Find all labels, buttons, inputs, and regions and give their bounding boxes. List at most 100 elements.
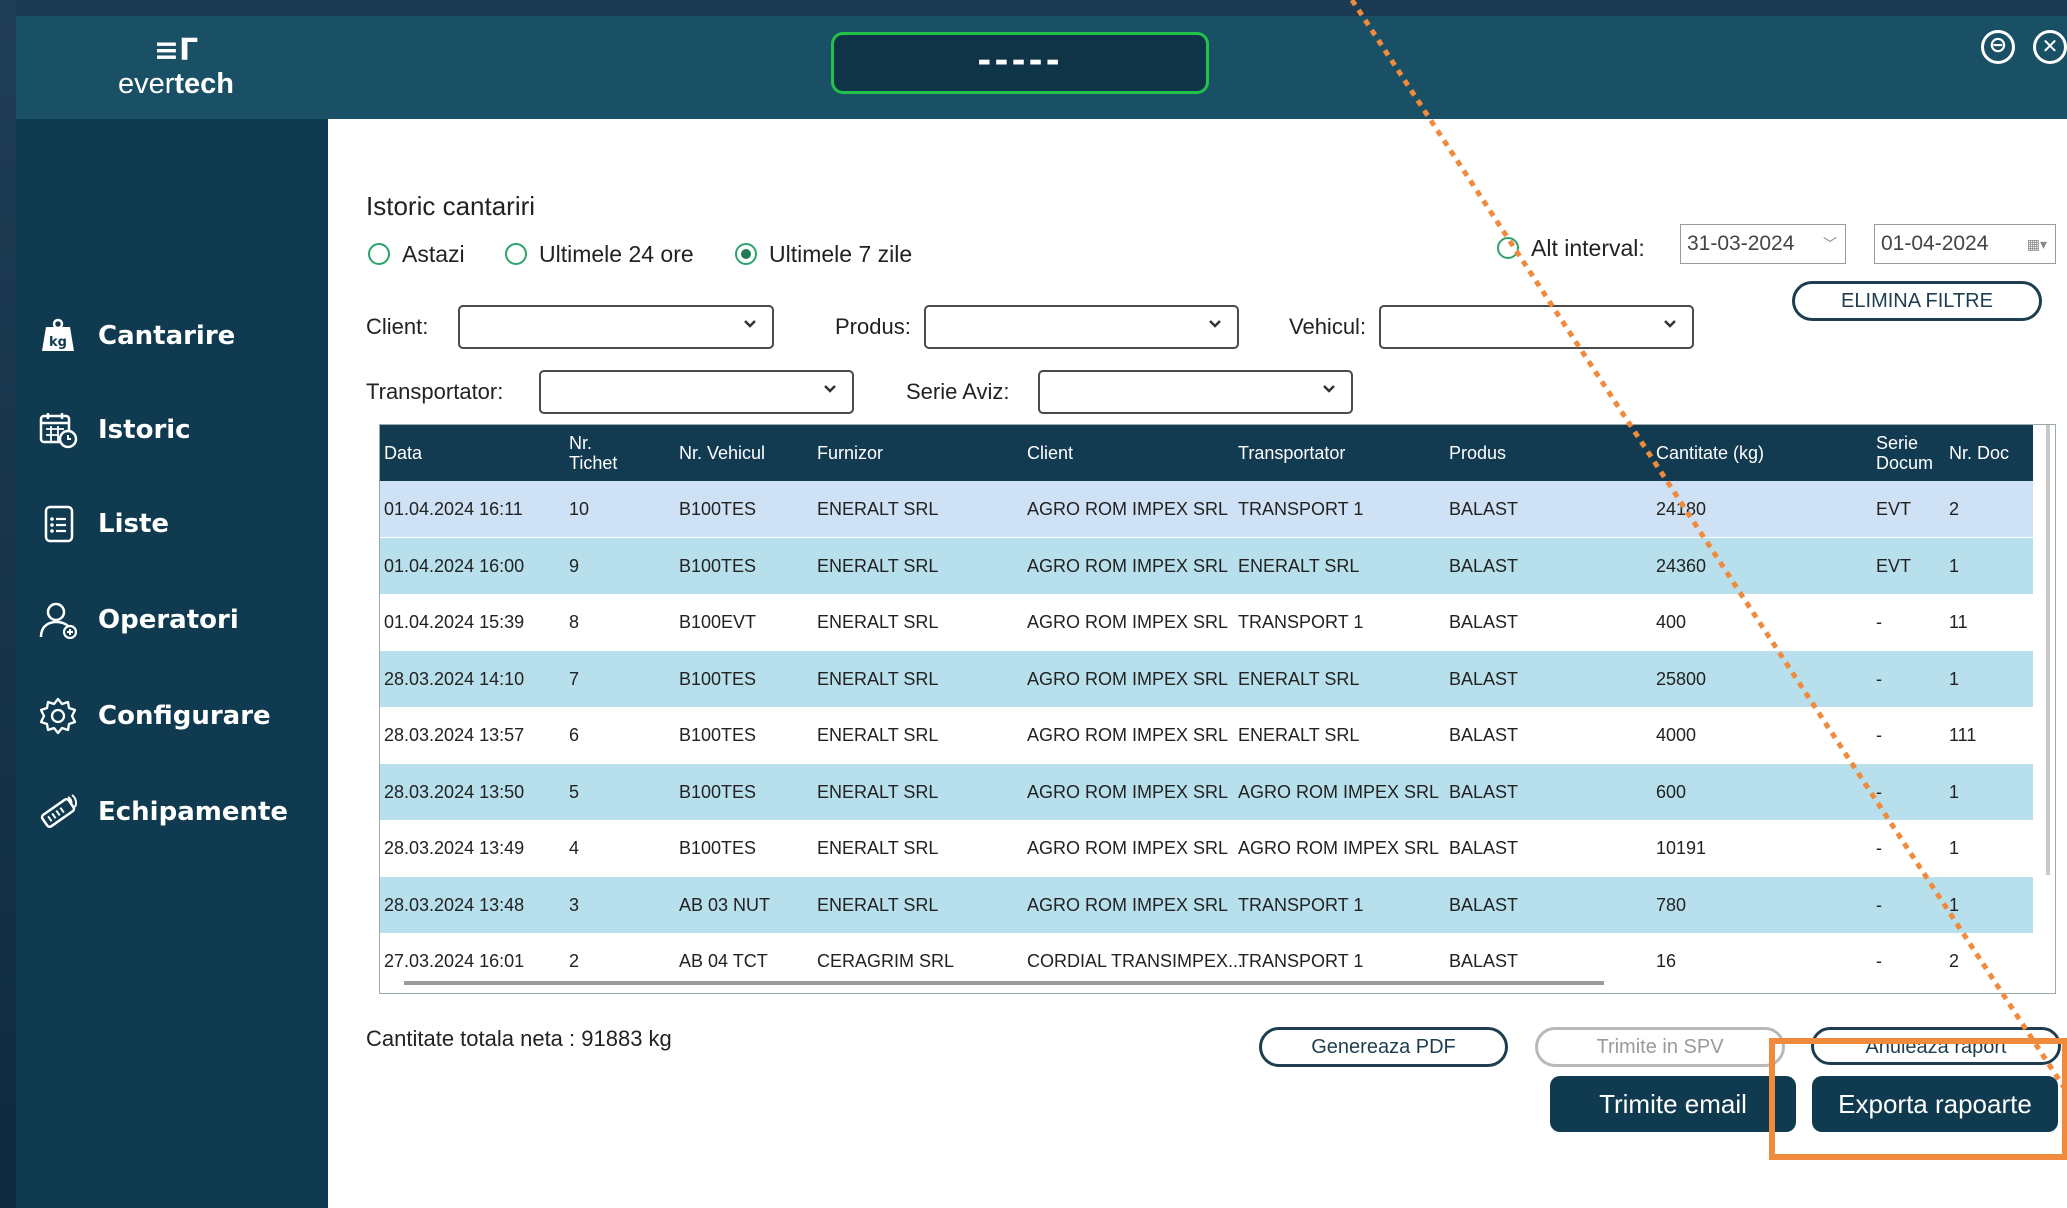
sidebar-item-cantarire[interactable]: kg Cantarire <box>38 311 318 361</box>
column-header-cantitate[interactable]: Cantitate (kg) <box>1656 425 1764 481</box>
column-header-nr-tichet[interactable]: Nr. Tichet <box>569 425 617 481</box>
column-header-data[interactable]: Data <box>384 425 422 481</box>
table-row[interactable]: 28.03.2024 14:10 7 B100TES ENERALT SRL AGRO … <box>380 650 2033 707</box>
table-cell-cantitate: 400 <box>1656 612 1687 632</box>
table-cell-transportator: AGRO ROM IMPEX SRL <box>1238 781 1440 802</box>
range-today-radio[interactable]: Astazi <box>368 239 478 269</box>
column-header-serie-docum[interactable]: Serie Docum <box>1876 425 1933 481</box>
alt-interval-radio[interactable]: Alt interval: <box>1497 233 1667 263</box>
table-cell-nr-doc: 111 <box>1949 725 1977 745</box>
table-cell-produs: BALAST <box>1449 781 1519 802</box>
table-cell-nr-vehicul: B100TES <box>679 499 757 519</box>
vehicul-select[interactable] <box>1379 305 1694 349</box>
table-cell-data: 01.04.2024 16:11 <box>384 499 523 519</box>
table-cell-produs: BALAST <box>1449 612 1519 632</box>
sidebar-item-echipamente[interactable]: Echipamente <box>38 787 318 837</box>
table-header: Data Nr. Tichet Nr. Vehicul Furnizor Client Tr… <box>380 425 2033 481</box>
column-header-furnizor[interactable]: Furnizor <box>817 425 883 481</box>
equipment-icon <box>40 794 77 828</box>
range-24h-radio[interactable]: Ultimele 24 ore <box>505 239 715 269</box>
table-cell-furnizor: ENERALT SRL <box>817 612 939 632</box>
serie-aviz-select[interactable] <box>1038 370 1353 414</box>
column-header-nr-vehicul[interactable]: Nr. Vehicul <box>679 425 765 481</box>
table-cell-serie-docum: - <box>1876 951 1882 971</box>
send-spv-button[interactable]: Trimite in SPV <box>1535 1027 1785 1067</box>
table-cell-nr-tichet: 9 <box>569 555 580 576</box>
table-cell-furnizor: ENERALT SRL <box>817 781 939 802</box>
sidebar: kg Cantarire Istoric Liste Operatori Con… <box>16 119 328 1208</box>
transportator-select[interactable] <box>539 370 854 414</box>
table-row[interactable]: 28.03.2024 13:49 4 B100TES ENERALT SRL AGRO … <box>380 820 2033 876</box>
logo-text: evertech <box>96 68 256 100</box>
sidebar-item-label: Istoric <box>98 415 191 445</box>
table-cell-transportator: TRANSPORT 1 <box>1238 499 1364 519</box>
vertical-scrollbar[interactable] <box>2046 425 2050 875</box>
table-cell-nr-tichet: 10 <box>569 499 590 519</box>
table-cell-cantitate: 24180 <box>1656 499 1707 519</box>
table-cell-nr-tichet: 6 <box>569 725 580 745</box>
main-content: Istoric cantariri Astazi Ultimele 24 ore… <box>328 119 2067 1208</box>
table-row[interactable]: 01.04.2024 16:11 10 B100TES ENERALT SRL AGRO… <box>380 481 2033 537</box>
radio-label: Ultimele 7 zile <box>769 241 913 267</box>
generate-pdf-button[interactable]: Genereaza PDF <box>1259 1027 1508 1067</box>
radio-label: Alt interval: <box>1531 235 1645 261</box>
vehicul-label: Vehicul: <box>1289 314 1367 339</box>
radio-ring <box>368 243 390 265</box>
sidebar-item-operatori[interactable]: Operatori <box>38 595 318 645</box>
table-cell-nr-doc: 1 <box>1949 894 1960 915</box>
table-row[interactable]: 28.03.2024 13:48 3 AB 03 NUT ENERALT SRL AGR… <box>380 876 2033 933</box>
horizontal-scrollbar[interactable] <box>404 981 1604 985</box>
table-row[interactable]: 28.03.2024 13:57 6 B100TES ENERALT SRL AGRO … <box>380 707 2033 763</box>
export-reports-button[interactable]: Exporta rapoarte <box>1812 1076 2058 1132</box>
column-header-transportator[interactable]: Transportator <box>1238 425 1345 481</box>
table-cell-nr-tichet: 5 <box>569 781 580 802</box>
sidebar-item-configurare[interactable]: Configurare <box>38 691 318 741</box>
send-email-button[interactable]: Trimite email <box>1550 1076 1796 1132</box>
table-cell-serie-docum: - <box>1876 781 1882 802</box>
table-row[interactable]: 01.04.2024 16:00 9 B100TES ENERALT SRL AGRO … <box>380 537 2033 594</box>
top-bar: ≡Γ evertech ----- ⊖ ✕ <box>16 16 2067 119</box>
table-cell-data: 01.04.2024 16:00 <box>384 555 525 576</box>
minimize-button[interactable]: ⊖ <box>1981 30 2015 64</box>
range-7days-radio[interactable]: Ultimele 7 zile <box>735 239 935 269</box>
page-title: Istoric cantariri <box>366 191 536 221</box>
close-button[interactable]: ✕ <box>2033 30 2067 64</box>
produs-label: Produs: <box>835 314 911 339</box>
table-cell-produs: BALAST <box>1449 894 1519 915</box>
table-cell-data: 28.03.2024 13:48 <box>384 894 525 915</box>
calendar-history-icon <box>39 413 78 449</box>
table-cell-nr-vehicul: B100TES <box>679 781 757 802</box>
column-header-client[interactable]: Client <box>1027 425 1073 481</box>
logo-text-prefix: ever <box>117 68 175 100</box>
table-cell-client: AGRO ROM IMPEX SRL <box>1027 555 1229 576</box>
client-select[interactable] <box>458 305 774 349</box>
cancel-report-button[interactable]: Anuleaza raport <box>1811 1027 2061 1065</box>
date-to-field[interactable]: 01-04-2024 ▦▾ <box>1874 224 2056 264</box>
table-cell-produs: BALAST <box>1449 555 1519 576</box>
total-net-quantity: Cantitate totala neta : 91883 kg <box>366 1026 672 1051</box>
table-row[interactable]: 01.04.2024 15:39 8 B100EVT ENERALT SRL AGRO … <box>380 594 2033 650</box>
sidebar-item-liste[interactable]: Liste <box>38 499 318 549</box>
table-cell-cantitate: 16 <box>1656 951 1677 971</box>
app-window: ≡Γ evertech ----- ⊖ ✕ kg Cantarire Istor… <box>16 16 2067 1208</box>
chevron-down-icon <box>744 320 756 328</box>
clear-filters-button[interactable]: ELIMINA FILTRE <box>1792 281 2042 321</box>
produs-select[interactable] <box>924 305 1239 349</box>
sidebar-item-istoric[interactable]: Istoric <box>38 405 318 455</box>
radio-label: Ultimele 24 ore <box>539 241 694 267</box>
column-header-produs[interactable]: Produs <box>1449 425 1506 481</box>
table-cell-nr-vehicul: B100TES <box>679 555 757 576</box>
table-cell-produs: BALAST <box>1449 499 1519 519</box>
serie-aviz-label: Serie Aviz: <box>906 379 1010 404</box>
table-cell-client: AGRO ROM IMPEX SRL <box>1027 894 1229 915</box>
table-cell-furnizor: ENERALT SRL <box>817 499 939 519</box>
chevron-down-icon <box>824 385 836 393</box>
table-cell-produs: BALAST <box>1449 725 1519 745</box>
table-cell-data: 28.03.2024 13:49 <box>384 838 525 858</box>
column-header-nr-doc[interactable]: Nr. Doc <box>1949 425 2009 481</box>
sidebar-item-label: Configurare <box>98 701 271 731</box>
table-cell-cantitate: 600 <box>1656 781 1687 802</box>
date-from-field[interactable]: 31-03-2024 ﹀ <box>1680 224 1846 264</box>
table-row[interactable]: 28.03.2024 13:50 5 B100TES ENERALT SRL AGRO … <box>380 763 2033 820</box>
table-cell-furnizor: ENERALT SRL <box>817 838 939 858</box>
